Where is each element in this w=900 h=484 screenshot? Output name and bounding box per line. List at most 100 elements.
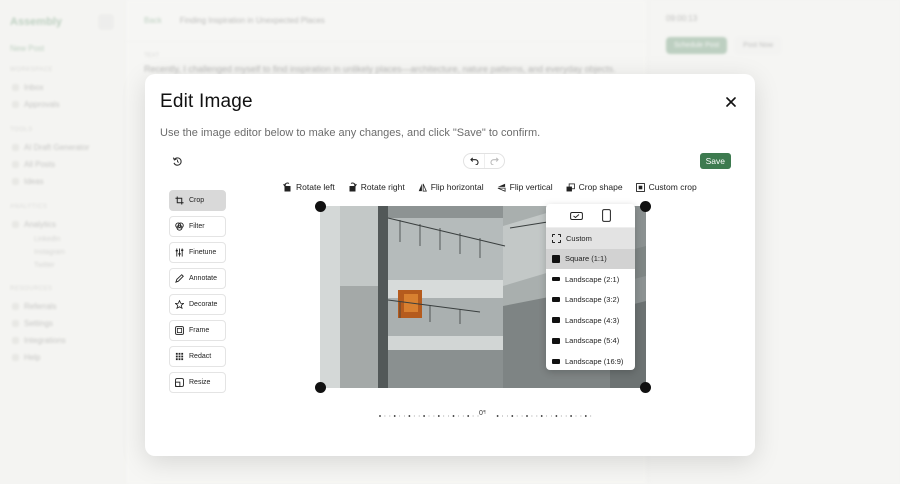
tool-label: Crop [189, 197, 205, 204]
ruler-tick [413, 415, 415, 417]
undo-button[interactable] [464, 154, 484, 168]
aspect-label: Landscape (2:1) [565, 274, 620, 284]
ruler-tick [516, 415, 518, 417]
ruler-tick [399, 415, 401, 417]
tool-label: Annotate [189, 275, 218, 282]
ruler-tick [521, 415, 523, 417]
redo-icon [490, 157, 499, 165]
aspect-ratio-dropdown: Custom Square (1:1) Landscape (2:1) Landsca… [546, 204, 635, 370]
ruler-tick [584, 415, 587, 417]
tool-label: Decorate [189, 301, 218, 308]
flip-vertical-button[interactable]: Flip vertical [497, 182, 553, 192]
aspect-swatch-icon [552, 254, 560, 263]
modal-subtitle: Use the image editor below to make any c… [160, 127, 541, 139]
ruler-tick [393, 415, 396, 417]
rotate-right-button[interactable]: Rotate right [348, 182, 405, 192]
tool-decorate[interactable]: Decorate [169, 294, 226, 315]
ruler-tick [389, 415, 391, 417]
reset-icon [172, 156, 182, 166]
aspect-swatch-icon [552, 337, 560, 344]
ruler-tick [462, 415, 464, 417]
tool-label: Frame [189, 327, 210, 334]
undo-icon [469, 157, 479, 165]
crop-icon [175, 196, 184, 205]
landscape-orientation-icon[interactable] [569, 211, 583, 221]
close-button[interactable] [723, 94, 739, 110]
crop-shape-icon [566, 182, 575, 192]
tool-annotate[interactable]: Annotate [169, 268, 226, 289]
crop-tool-label: Rotate left [296, 182, 335, 192]
aspect-option[interactable]: Landscape (16:9) [546, 351, 635, 370]
tool-redact[interactable]: Redact [169, 346, 226, 367]
ruler-tick [511, 415, 514, 417]
aspect-label: Custom [566, 233, 592, 243]
reset-button[interactable] [169, 153, 185, 169]
tool-finetune[interactable]: Finetune [169, 242, 226, 263]
aspect-swatch-icon [552, 358, 560, 364]
filter-icon [175, 222, 184, 231]
crop-tool-label: Flip vertical [509, 182, 553, 192]
custom-crop-button[interactable]: Custom crop [635, 182, 697, 192]
crop-tool-label: Rotate right [360, 182, 405, 192]
crop-handle-top-right[interactable] [640, 201, 651, 212]
ruler-tick [565, 415, 567, 417]
portrait-orientation-icon[interactable] [602, 209, 612, 222]
ruler-tick [433, 415, 435, 417]
tool-filter[interactable]: Filter [169, 216, 226, 237]
crop-tool-label: Custom crop [648, 182, 697, 192]
annotate-icon [175, 274, 184, 283]
save-button[interactable]: Save [699, 153, 731, 169]
ruler-tick [437, 415, 440, 417]
ruler-tick [575, 415, 577, 417]
aspect-option[interactable]: Landscape (2:1) [546, 269, 635, 290]
aspect-label: Landscape (16:9) [565, 356, 624, 366]
edit-image-modal: Edit Image Use the image editor below to… [145, 74, 755, 456]
aspect-option[interactable]: Custom [546, 228, 635, 249]
crop-handle-top-left[interactable] [315, 201, 326, 212]
ruler-tick [472, 415, 474, 417]
ruler-tick [546, 415, 548, 417]
ruler-tick [570, 415, 572, 417]
ruler-tick [408, 415, 411, 417]
ruler-tick [428, 415, 430, 417]
undo-redo-group [463, 153, 505, 169]
aspect-option[interactable]: Landscape (5:4) [546, 331, 635, 352]
aspect-label: Square (1:1) [565, 254, 607, 264]
aspect-swatch-icon [552, 297, 560, 303]
aspect-option[interactable]: Square (1:1) [546, 248, 635, 269]
flip-vertical-icon [497, 183, 506, 192]
redo-button[interactable] [484, 154, 504, 168]
rotate-left-button[interactable]: Rotate left [283, 182, 335, 192]
ruler-tick [404, 415, 405, 417]
crop-handle-bottom-left[interactable] [315, 382, 326, 393]
close-icon [726, 97, 736, 107]
decorate-icon [175, 300, 184, 309]
ruler-tick [526, 415, 528, 417]
crop-shape-button[interactable]: Crop shape [566, 182, 623, 192]
ruler-tick [423, 415, 425, 417]
ruler-tick [452, 415, 455, 417]
orientation-toggle [546, 204, 635, 228]
ruler-tick [555, 415, 558, 417]
flip-horizontal-icon [418, 183, 427, 192]
ruler-tick [379, 415, 381, 417]
ruler-tick [443, 415, 445, 417]
finetune-icon [175, 248, 184, 257]
ruler-tick [531, 415, 533, 417]
tool-resize[interactable]: Resize [169, 372, 226, 393]
rotation-value: 0° [479, 410, 486, 417]
tool-list: Crop Filter Finetune Annotate Decorate Frame R… [169, 190, 226, 393]
ruler-tick [418, 415, 420, 417]
rotate-left-icon [283, 182, 292, 192]
aspect-option[interactable]: Landscape (3:2) [546, 290, 635, 311]
tool-frame[interactable]: Frame [169, 320, 226, 341]
flip-horizontal-button[interactable]: Flip horizontal [418, 182, 484, 192]
aspect-options: Custom Square (1:1) Landscape (2:1) Landsca… [546, 228, 635, 370]
ruler-tick [457, 415, 459, 417]
ruler-tick [496, 415, 499, 417]
tool-crop[interactable]: Crop [169, 190, 226, 211]
aspect-option[interactable]: Landscape (4:3) [546, 310, 635, 331]
ruler-tick [502, 415, 503, 417]
custom-crop-icon [635, 182, 645, 192]
crop-handle-bottom-right[interactable] [640, 382, 651, 393]
